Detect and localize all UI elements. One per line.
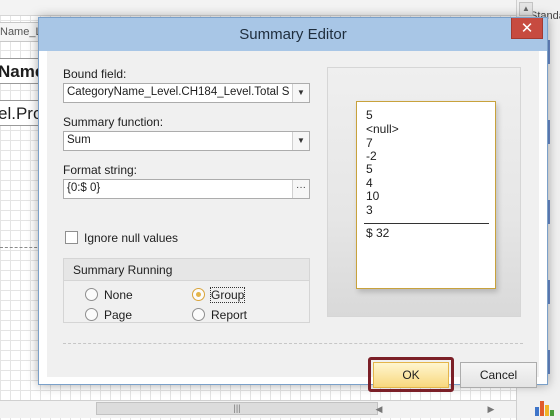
scroll-left-icon[interactable]: ◀ (372, 402, 386, 416)
ignore-null-label[interactable]: Ignore null values (84, 231, 178, 245)
side-marker (548, 280, 556, 304)
ellipsis-browse-button[interactable]: ··· (292, 180, 309, 198)
dialog-title: Summary Editor (239, 26, 347, 43)
close-button[interactable]: ✕ (511, 18, 543, 39)
chart-icon[interactable] (534, 396, 554, 416)
radio-page-circle[interactable] (85, 308, 98, 321)
preview-summary-result: $ 32 (366, 226, 390, 240)
summary-running-header: Summary Running (64, 259, 309, 281)
format-string-label: Format string: (63, 163, 138, 177)
side-marker (548, 40, 556, 64)
background-detail-cell[interactable]: el.Proc (0, 100, 42, 126)
preview-value: 3 (366, 203, 373, 217)
radio-none-label[interactable]: None (104, 288, 133, 302)
format-string-input[interactable]: {0:$ 0} ··· (63, 179, 310, 199)
preview-value: 5 (366, 108, 373, 122)
summary-running-title: Summary Running (73, 263, 173, 277)
scroll-up-icon[interactable]: ▲ (519, 2, 533, 16)
summary-running-group: Summary Running None Group Page Report (63, 258, 310, 323)
ok-button[interactable]: OK (373, 362, 449, 388)
horizontal-scroll-thumb[interactable]: ||| (96, 402, 378, 415)
summary-function-combo[interactable]: Sum ▼ (63, 131, 310, 151)
radio-group-circle[interactable] (192, 288, 205, 301)
radio-page-label[interactable]: Page (104, 308, 132, 322)
scroll-right-icon[interactable]: ▶ (484, 402, 498, 416)
dialog-client-area: Bound field: CategoryName_Level.CH184_Le… (47, 51, 539, 392)
radio-report-circle[interactable] (192, 308, 205, 321)
preview-value: 5 (366, 162, 373, 176)
ignore-null-checkbox[interactable] (65, 231, 78, 244)
summary-function-value: Sum (67, 134, 91, 146)
format-string-value: {0:$ 0} (67, 182, 101, 194)
side-marker (548, 350, 556, 374)
dialog-separator (63, 343, 523, 344)
preview-value: 10 (366, 189, 380, 203)
dialog-titlebar[interactable]: Summary Editor ✕ (39, 18, 547, 51)
preview-divider (364, 223, 489, 224)
radio-report-label[interactable]: Report (211, 308, 247, 322)
chevron-down-icon[interactable]: ▼ (292, 84, 309, 102)
close-icon: ✕ (520, 20, 534, 37)
chevron-down-icon[interactable]: ▼ (292, 132, 309, 150)
background-band-divider (0, 247, 42, 248)
bound-field-label: Bound field: (63, 67, 127, 81)
cancel-button[interactable]: Cancel (460, 362, 537, 388)
background-header-cell[interactable]: Name (0, 58, 42, 84)
bound-field-combo[interactable]: CategoryName_Level.CH184_Level.Total Sal… (63, 83, 310, 103)
bound-field-value: CategoryName_Level.CH184_Level.Total Sal… (67, 86, 289, 98)
preview-card: 5 <null> 7 -2 5 4 10 3 $ 32 (356, 101, 496, 289)
summary-editor-dialog: Summary Editor ✕ Bound field: CategoryNa… (38, 17, 548, 392)
summary-function-label: Summary function: (63, 115, 164, 129)
preview-panel: 5 <null> 7 -2 5 4 10 3 $ 32 (327, 67, 521, 317)
designer-top-strip (0, 0, 560, 16)
radio-none-circle[interactable] (85, 288, 98, 301)
radio-group-label[interactable]: Group (209, 287, 246, 303)
side-marker (548, 120, 556, 144)
side-marker (548, 200, 556, 224)
preview-value: <null> (366, 122, 399, 136)
